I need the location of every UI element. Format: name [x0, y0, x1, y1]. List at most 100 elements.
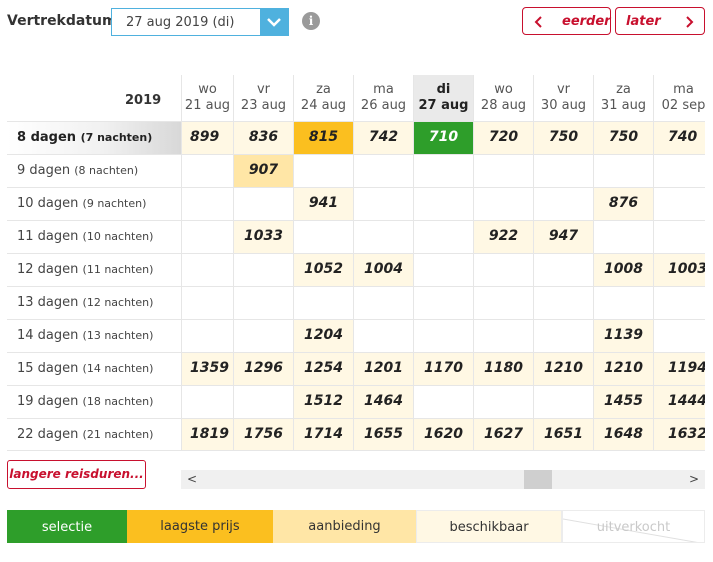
price-calendar-grid: 2019 wo 21 aug vr 23 aug za 24 aug ma 26 aug di 2… [7, 75, 705, 450]
price-cell[interactable]: 922 [473, 220, 533, 253]
date-column-header[interactable]: wo 21 aug [181, 75, 233, 121]
earlier-label: eerder [562, 14, 611, 29]
date-column-header[interactable]: ma 02 sep [653, 75, 705, 121]
price-cell[interactable]: 947 [533, 220, 593, 253]
longer-durations-button[interactable]: langere reisduren... [7, 460, 146, 489]
price-cell[interactable]: 1655 [353, 418, 413, 450]
empty-cell [181, 385, 233, 418]
price-cell[interactable]: 740 [653, 121, 705, 154]
price-cell[interactable]: 907 [233, 154, 293, 187]
legend-sold-out: uitverkocht [562, 510, 705, 543]
info-icon[interactable]: i [302, 12, 320, 30]
legend-lowest-price: laagste prijs [127, 510, 273, 543]
empty-cell [293, 154, 353, 187]
price-cell[interactable]: 742 [353, 121, 413, 154]
horizontal-scrollbar[interactable]: < > [181, 470, 705, 489]
scroll-right-arrow-icon[interactable]: > [689, 472, 699, 486]
price-cell[interactable]: 815 [293, 121, 353, 154]
date-column-header[interactable]: ma 26 aug [353, 75, 413, 121]
price-cell[interactable]: 899 [181, 121, 233, 154]
date-label: 30 aug [540, 98, 587, 113]
weekday-label: za [316, 82, 331, 97]
chevron-down-icon [267, 18, 281, 27]
price-cell[interactable]: 1632 [653, 418, 705, 450]
duration-nights: (9 nachten) [82, 197, 147, 210]
weekday-label: wo [494, 82, 513, 97]
price-cell[interactable]: 1254 [293, 352, 353, 385]
price-cell[interactable]: 1139 [593, 319, 653, 352]
date-column-header[interactable]: za 31 aug [593, 75, 653, 121]
empty-cell [533, 253, 593, 286]
price-cell[interactable]: 1714 [293, 418, 353, 450]
weekday-label: wo [198, 82, 217, 97]
price-cell[interactable]: 1464 [353, 385, 413, 418]
empty-cell [353, 319, 413, 352]
price-cell[interactable]: 1180 [473, 352, 533, 385]
price-cell[interactable]: 1651 [533, 418, 593, 450]
date-label: 28 aug [480, 98, 527, 113]
empty-cell [653, 286, 705, 319]
date-column-header[interactable]: di 27 aug [413, 75, 473, 121]
empty-cell [413, 220, 473, 253]
price-cell[interactable]: 1033 [233, 220, 293, 253]
price-cell[interactable]: 1052 [293, 253, 353, 286]
price-cell[interactable]: 750 [593, 121, 653, 154]
later-label: later [626, 14, 661, 29]
duration-row-label: 10 dagen (9 nachten) [7, 187, 181, 220]
empty-cell [653, 319, 705, 352]
price-cell[interactable]: 1819 [181, 418, 233, 450]
price-cell[interactable]: 1359 [181, 352, 233, 385]
date-column-header[interactable]: vr 30 aug [533, 75, 593, 121]
price-cell[interactable]: 710 [413, 121, 473, 154]
scroll-left-arrow-icon[interactable]: < [187, 472, 197, 486]
duration-nights: (13 nachten) [82, 329, 154, 342]
price-cell[interactable]: 1008 [593, 253, 653, 286]
price-cell[interactable]: 1210 [533, 352, 593, 385]
price-cell[interactable]: 1455 [593, 385, 653, 418]
year-label: 2019 [125, 93, 162, 108]
price-cell[interactable]: 941 [293, 187, 353, 220]
date-label: 31 aug [600, 98, 647, 113]
duration-nights: (11 nachten) [82, 263, 154, 276]
price-cell[interactable]: 1627 [473, 418, 533, 450]
date-column-header[interactable]: vr 23 aug [233, 75, 293, 121]
empty-cell [473, 154, 533, 187]
price-cell[interactable]: 1201 [353, 352, 413, 385]
price-cell[interactable]: 1204 [293, 319, 353, 352]
empty-cell [413, 319, 473, 352]
price-cell[interactable]: 1170 [413, 352, 473, 385]
earlier-button[interactable]: eerder [522, 7, 611, 35]
empty-cell [233, 319, 293, 352]
price-cell[interactable]: 1194 [653, 352, 705, 385]
empty-cell [181, 253, 233, 286]
legend-available: beschikbaar [416, 510, 562, 543]
weekday-label: di [436, 82, 451, 97]
empty-cell [353, 286, 413, 319]
price-cell[interactable]: 1620 [413, 418, 473, 450]
departure-date-select[interactable]: 27 aug 2019 (di) [111, 8, 289, 36]
price-cell[interactable]: 1512 [293, 385, 353, 418]
price-cell[interactable]: 1756 [233, 418, 293, 450]
empty-cell [233, 253, 293, 286]
date-column-header[interactable]: wo 28 aug [473, 75, 533, 121]
later-button[interactable]: later [615, 7, 705, 35]
empty-cell [473, 385, 533, 418]
empty-cell [353, 154, 413, 187]
price-cell[interactable]: 1210 [593, 352, 653, 385]
empty-cell [181, 286, 233, 319]
empty-cell [233, 385, 293, 418]
date-column-header[interactable]: za 24 aug [293, 75, 353, 121]
price-cell[interactable]: 1444 [653, 385, 705, 418]
price-cell[interactable]: 720 [473, 121, 533, 154]
price-cell[interactable]: 1648 [593, 418, 653, 450]
price-cell[interactable]: 1296 [233, 352, 293, 385]
price-cell[interactable]: 750 [533, 121, 593, 154]
empty-cell [653, 154, 705, 187]
price-cell[interactable]: 1004 [353, 253, 413, 286]
duration-row-label: 12 dagen (11 nachten) [7, 253, 181, 286]
price-cell[interactable]: 1003 [653, 253, 705, 286]
price-cell[interactable]: 876 [593, 187, 653, 220]
price-cell[interactable]: 836 [233, 121, 293, 154]
dropdown-button[interactable] [260, 9, 288, 35]
scrollbar-thumb[interactable] [524, 470, 552, 489]
